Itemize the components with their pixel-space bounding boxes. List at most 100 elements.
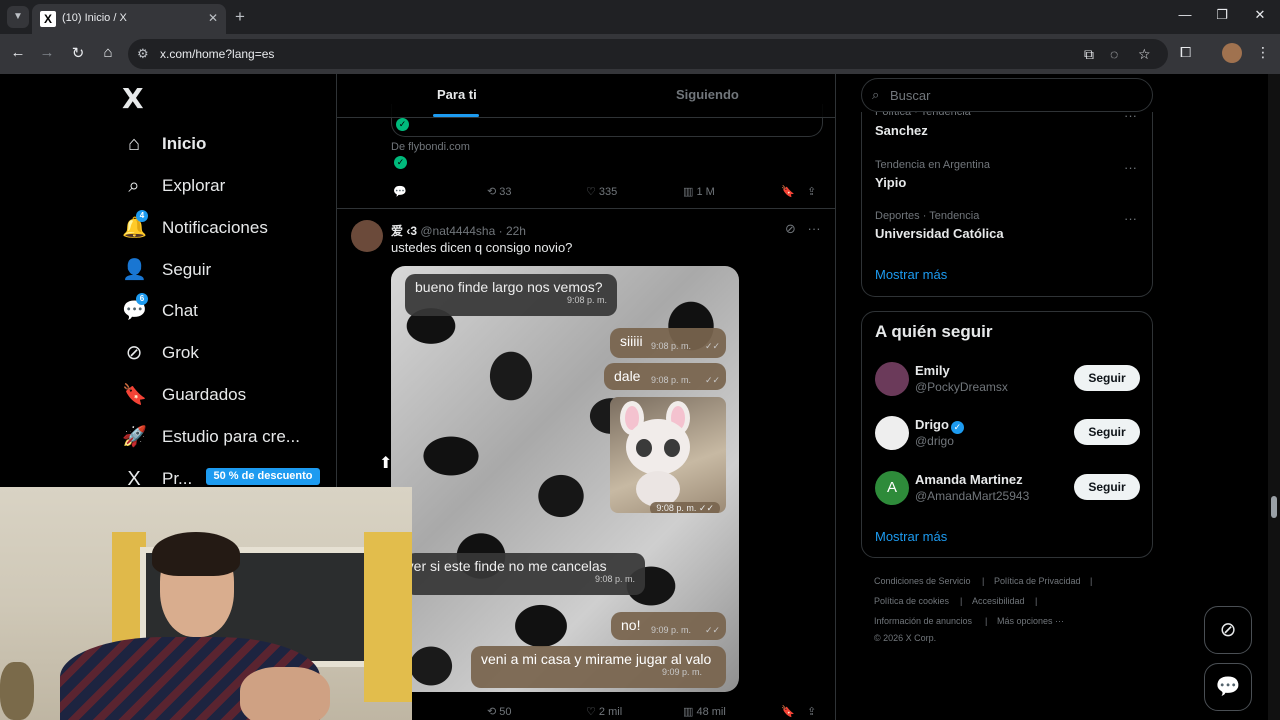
x-favicon-icon: X — [40, 11, 56, 27]
menu-icon[interactable]: ⋮ — [1256, 44, 1270, 61]
page-scrollbar[interactable] — [1268, 74, 1280, 720]
maximize-button[interactable]: ❐ — [1207, 7, 1237, 23]
post-author-name[interactable]: 爱 ‹3 — [391, 224, 417, 238]
suggestion-handle[interactable]: @PockyDreamsx — [915, 380, 1008, 394]
bookmark-icon[interactable]: 🔖 — [781, 185, 795, 198]
new-tab-button[interactable]: + — [235, 7, 245, 27]
grok-icon[interactable]: ⊘ — [785, 221, 796, 236]
eye-off-icon[interactable]: ◌ — [1110, 46, 1118, 62]
suggestion-name[interactable]: Amanda Martinez — [915, 472, 1023, 487]
sidebar-item-label: Notificaciones — [162, 218, 268, 237]
home-button[interactable]: ⌂ — [98, 44, 118, 61]
share-icon[interactable]: ⇪ — [807, 185, 816, 198]
footer-link[interactable]: Política de cookies — [874, 596, 949, 606]
suggestion-avatar[interactable] — [875, 416, 909, 450]
retweet-button[interactable]: ⟲ 33 — [487, 185, 512, 198]
close-window-button[interactable]: ✕ — [1245, 7, 1275, 23]
cat-sticker-image: 9:08 p. m. ✓✓ — [610, 397, 726, 513]
bookmark-icon[interactable]: 🔖 — [781, 705, 795, 718]
reply-icon[interactable]: 💬 — [393, 185, 407, 198]
profile-avatar[interactable] — [1222, 43, 1242, 63]
suggestion-handle[interactable]: @drigo — [915, 434, 954, 448]
views-button[interactable]: ▥ 48 mil — [683, 705, 726, 718]
address-bar[interactable]: ⚙ x.com/home?lang=es ⧉ ◌ ☆ — [128, 39, 1168, 69]
trend-more-icon[interactable]: ··· — [1124, 211, 1137, 226]
post-actions: 5 ⟲ 50 ♡ 2 mil ▥ 48 mil 🔖 ⇪ — [391, 702, 825, 720]
like-button[interactable]: ♡ 335 — [586, 185, 617, 198]
suggestion-avatar[interactable]: A — [875, 471, 909, 505]
sidebar-item-notificaciones[interactable]: 🔔 4 Notificaciones — [122, 210, 342, 244]
search-input[interactable]: ⌕ Buscar — [861, 78, 1153, 112]
retweet-button[interactable]: ⟲ 50 — [487, 705, 512, 718]
like-button[interactable]: ♡ 2 mil — [586, 705, 622, 718]
sidebar-item-label: Seguir — [162, 260, 212, 279]
reload-button[interactable]: ↻ — [68, 44, 88, 62]
link-source[interactable]: De flybondi.com — [391, 141, 470, 153]
sidebar-item-grok[interactable]: ⊘ Grok — [122, 339, 342, 369]
who-to-follow-title: A quién seguir — [875, 322, 993, 341]
suggestion-name[interactable]: Emily — [915, 363, 950, 378]
sidebar-item-guardados[interactable]: 🔖 Guardados — [122, 381, 342, 411]
install-app-icon[interactable]: ⧉ — [1084, 46, 1094, 63]
extensions-icon[interactable]: ⧠ — [1180, 44, 1191, 61]
more-options-icon[interactable]: ··· — [808, 221, 821, 236]
post-time[interactable]: 22h — [506, 224, 526, 238]
tab-close-icon[interactable]: ✕ — [208, 11, 218, 25]
post-media-image[interactable]: bueno finde largo nos vemos? 9:08 p. m. … — [391, 266, 739, 692]
trend-name[interactable]: Universidad Católica — [875, 226, 1004, 241]
grok-fab-button[interactable]: ⊘ — [1204, 606, 1252, 654]
share-icon[interactable]: ⇪ — [807, 705, 816, 718]
sidebar-item-chat[interactable]: 💬 6 Chat — [122, 293, 342, 327]
trend-more-icon[interactable]: ··· — [1124, 160, 1137, 175]
chat-message: dale 9:08 p. m. ✓✓ — [604, 363, 726, 390]
premium-discount-badge[interactable]: 50 % de descuento — [206, 468, 320, 485]
suggestion-avatar[interactable] — [875, 362, 909, 396]
more-options-link[interactable]: Más opciones ··· — [997, 616, 1064, 626]
follow-button[interactable]: Seguir — [1074, 474, 1140, 500]
message-text: no! — [621, 617, 641, 633]
sidebar-item-label: Inicio — [162, 134, 207, 153]
trend-category: Tendencia en Argentina — [875, 159, 990, 171]
message-time: 9:08 p. m. ✓✓ — [650, 502, 720, 513]
post-avatar[interactable] — [351, 220, 383, 252]
post-header-actions: ⊘ ··· — [785, 221, 821, 237]
browser-toolbar: ← → ↻ ⌂ ⚙ x.com/home?lang=es ⧉ ◌ ☆ ⧠ ⋮ — [0, 34, 1280, 74]
scrollbar-thumb[interactable] — [1271, 496, 1277, 518]
bookmark-star-icon[interactable]: ☆ — [1138, 46, 1151, 63]
suggestion-handle[interactable]: @AmandaMart25943 — [915, 489, 1029, 503]
messages-fab-button[interactable]: 💬 — [1204, 663, 1252, 711]
sidebar-item-explorar[interactable]: ⌕ Explorar — [122, 172, 342, 202]
footer-link[interactable]: Política de Privacidad — [994, 576, 1081, 586]
footer-link[interactable]: Accesibilidad — [972, 596, 1025, 606]
trend-more-icon[interactable]: ··· — [1124, 108, 1137, 123]
show-more-suggestions-link[interactable]: Mostrar más — [875, 529, 947, 544]
trend-name[interactable]: Yipio — [875, 175, 906, 190]
footer-separator: | — [1090, 576, 1093, 586]
post-author-handle[interactable]: @nat4444sha — [420, 224, 495, 238]
sidebar-item-inicio[interactable]: ⌂ Inicio — [122, 130, 342, 160]
follow-button[interactable]: Seguir — [1074, 419, 1140, 445]
site-settings-icon[interactable]: ⚙ — [137, 46, 149, 62]
tab-search-button[interactable]: ▼ — [7, 6, 29, 28]
trend-name[interactable]: Sanchez — [875, 123, 928, 138]
suggestion-name[interactable]: Drigo ✓ — [915, 417, 964, 434]
footer-link[interactable]: Condiciones de Servicio — [874, 576, 971, 586]
show-more-trends-link[interactable]: Mostrar más — [875, 267, 947, 282]
verified-check-icon: ✓ — [396, 118, 409, 131]
search-icon: ⌕ — [872, 87, 880, 102]
tab-siguiendo[interactable]: Siguiendo — [676, 87, 739, 102]
follow-button[interactable]: Seguir — [1074, 365, 1140, 391]
footer-link[interactable]: Información de anuncios — [874, 616, 972, 626]
sidebar-item-estudio-para-cre[interactable]: 🚀 Estudio para cre... — [122, 423, 342, 453]
minimize-button[interactable]: — — [1170, 7, 1200, 22]
chat-message: siiiii 9:08 p. m. ✓✓ — [610, 328, 726, 358]
forward-button[interactable]: → — [37, 44, 57, 61]
views-button[interactable]: ▥ 1 M — [683, 185, 715, 198]
divider — [337, 208, 835, 209]
sidebar-item-seguir[interactable]: 👤 Seguir — [122, 256, 342, 286]
tab-para-ti[interactable]: Para ti — [437, 87, 477, 102]
browser-tab[interactable]: X (10) Inicio / X ✕ — [32, 4, 226, 34]
verified-check-icon: ✓ — [394, 156, 407, 169]
x-logo-icon[interactable]: X — [122, 82, 144, 115]
back-button[interactable]: ← — [8, 44, 28, 61]
